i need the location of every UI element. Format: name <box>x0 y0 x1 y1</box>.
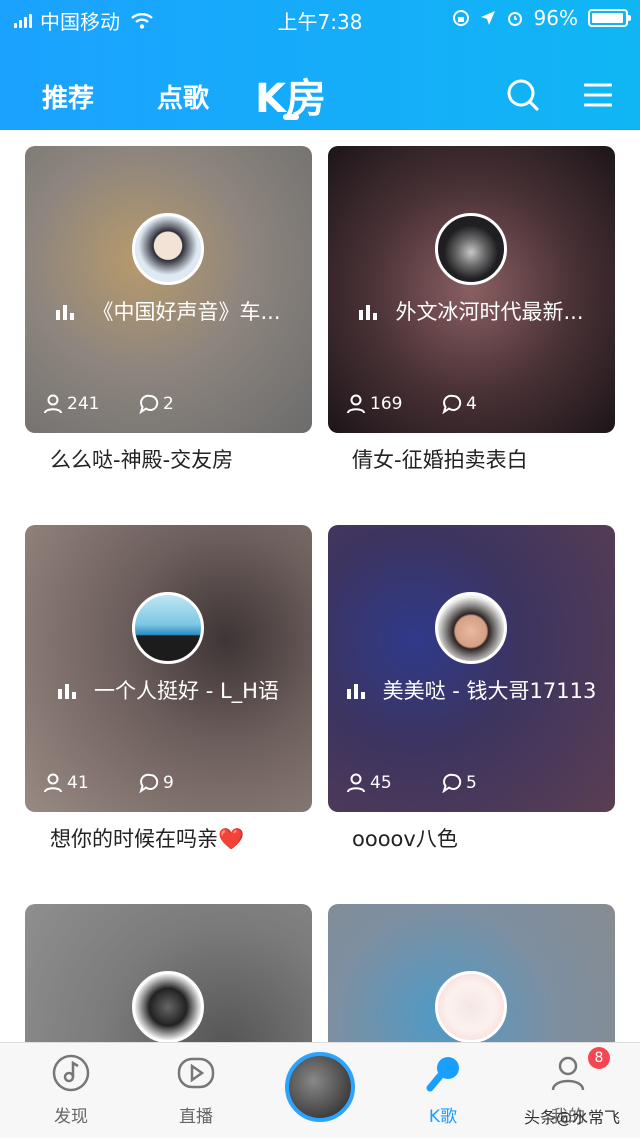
location-icon <box>480 11 495 25</box>
room-card[interactable]: 美美哒 - 钱大哥17113 45 5 <box>328 525 615 812</box>
comment-count: 9 <box>139 773 174 793</box>
comment-count: 5 <box>442 773 477 793</box>
room-cover <box>25 146 312 433</box>
room-song: 一个人挺好 - L_H语 <box>39 675 298 705</box>
menu-icon[interactable] <box>584 82 612 108</box>
host-avatar <box>435 592 507 664</box>
song-title: 一个人挺好 - L_H语 <box>94 679 279 703</box>
header: 中国移动 上午7:38 96% 推荐 点歌 K房 <box>0 0 640 130</box>
song-title: 外文冰河时代最新... <box>395 300 584 324</box>
tab-k-song[interactable]: K歌 <box>398 1053 488 1127</box>
status-right: 96% <box>452 6 631 30</box>
room-card[interactable]: 外文冰河时代最新... 169 4 <box>328 146 615 433</box>
heart-emoji: ❤️ <box>218 827 245 851</box>
room-name[interactable]: oooov八色 <box>352 823 458 853</box>
tab-recommend[interactable]: 推荐 <box>42 78 94 115</box>
play-icon <box>177 1057 215 1089</box>
comment-icon <box>139 394 159 414</box>
watermark: 头条@水常飞 <box>524 1108 621 1127</box>
room-grid: 《中国好声音》车... 241 2 么么哒-神殿-交友房 外文冰河时代最新...… <box>0 130 640 1042</box>
battery-percent: 96% <box>533 6 578 30</box>
orientation-lock-icon <box>452 10 469 26</box>
comment-icon <box>442 773 462 793</box>
room-song: 美美哒 - 钱大哥17113 <box>342 675 601 705</box>
listener-count: 41 <box>43 773 139 793</box>
comment-count: 4 <box>442 394 477 414</box>
tab-discover[interactable]: 发现 <box>26 1053 116 1127</box>
top-nav: 推荐 点歌 K房 <box>0 62 640 122</box>
room-stats: 169 4 <box>346 394 477 414</box>
room-cover <box>25 525 312 812</box>
person-icon <box>347 773 365 793</box>
listener-count: 169 <box>346 394 442 414</box>
search-icon[interactable] <box>506 78 540 112</box>
room-cover <box>328 525 615 812</box>
comment-icon <box>139 773 159 793</box>
tab-live[interactable]: 直播 <box>151 1053 241 1127</box>
listener-count: 45 <box>346 773 442 793</box>
equalizer-icon <box>346 684 365 699</box>
profile-icon <box>551 1056 585 1091</box>
person-icon <box>347 394 365 414</box>
battery-icon <box>588 9 631 27</box>
active-tab-indicator <box>283 114 299 120</box>
room-name[interactable]: 想你的时候在吗亲❤️ <box>50 823 244 853</box>
person-icon <box>44 773 62 793</box>
host-avatar <box>132 592 204 664</box>
room-name[interactable]: 倩女-征婚拍卖表白 <box>352 444 528 474</box>
music-note-icon <box>52 1054 90 1092</box>
room-song: 《中国好声音》车... <box>39 296 298 326</box>
host-avatar <box>132 213 204 285</box>
room-stats: 45 5 <box>346 773 477 793</box>
song-title: 美美哒 - 钱大哥17113 <box>382 679 597 703</box>
person-icon <box>44 394 62 414</box>
tab-song-request[interactable]: 点歌 <box>157 78 209 115</box>
room-stats: 41 9 <box>43 773 174 793</box>
equalizer-icon <box>56 305 75 320</box>
room-cover <box>328 146 615 433</box>
status-bar: 中国移动 上午7:38 96% <box>0 0 640 36</box>
room-song: 外文冰河时代最新... <box>342 296 601 326</box>
alarm-icon <box>507 12 522 26</box>
now-playing-button[interactable] <box>285 1052 355 1122</box>
room-card[interactable]: 《中国好声音》车... 241 2 <box>25 146 312 433</box>
host-avatar <box>435 971 507 1042</box>
comment-count: 2 <box>139 394 174 414</box>
listener-count: 241 <box>43 394 139 414</box>
comment-icon <box>442 394 462 414</box>
notification-badge: 8 <box>588 1047 610 1069</box>
microphone-icon <box>426 1057 459 1092</box>
equalizer-icon <box>58 684 77 699</box>
room-card[interactable] <box>25 904 312 1042</box>
equalizer-icon <box>359 305 378 320</box>
host-avatar <box>435 213 507 285</box>
room-name[interactable]: 么么哒-神殿-交友房 <box>50 444 233 474</box>
room-card[interactable]: 一个人挺好 - L_H语 41 9 <box>25 525 312 812</box>
room-stats: 241 2 <box>43 394 174 414</box>
room-card[interactable] <box>328 904 615 1042</box>
song-title: 《中国好声音》车... <box>92 300 281 324</box>
host-avatar <box>132 971 204 1042</box>
